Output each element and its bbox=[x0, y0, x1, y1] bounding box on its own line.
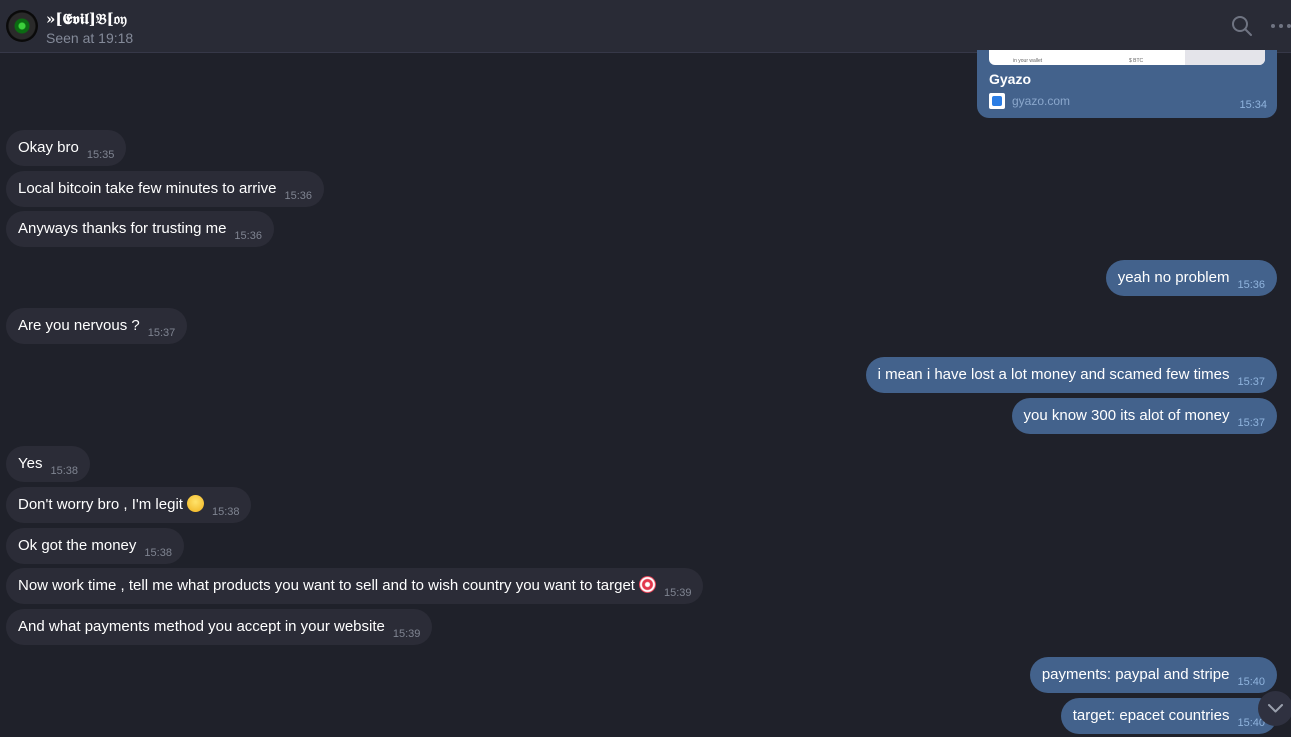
link-preview-image[interactable]: in your wallet $ BTC bbox=[989, 50, 1265, 65]
message-text: Now work time , tell me what products yo… bbox=[18, 577, 635, 594]
message-time: 15:38 bbox=[144, 547, 172, 559]
message-text: And what payments method you accept in y… bbox=[18, 618, 385, 635]
message-bubble-in[interactable]: Local bitcoin take few minutes to arrive… bbox=[6, 171, 324, 207]
message-text: Local bitcoin take few minutes to arrive bbox=[18, 180, 277, 197]
message-time: 15:37 bbox=[1237, 376, 1265, 388]
message-bubble-in[interactable]: Don't worry bro , I'm legit 15:38 bbox=[6, 487, 252, 523]
search-button[interactable] bbox=[1230, 14, 1254, 38]
message-bubble-in[interactable]: Now work time , tell me what products yo… bbox=[6, 568, 704, 604]
target-icon bbox=[638, 576, 656, 593]
message-bubble-out[interactable]: yeah no problem 15:36 bbox=[1105, 260, 1277, 296]
message-text: payments: paypal and stripe bbox=[1041, 666, 1230, 683]
message-time: 15:35 bbox=[86, 149, 115, 161]
message-bubble-out[interactable]: target: epacet countries 15:40 bbox=[1060, 698, 1277, 734]
message-bubble-in[interactable]: Yes 15:38 bbox=[6, 446, 91, 482]
message-text: yeah no problem bbox=[1117, 269, 1230, 286]
gyazo-favicon-icon bbox=[989, 93, 1005, 109]
message-bubble-out[interactable]: i mean i have lost a lot money and scame… bbox=[865, 357, 1277, 393]
smiling-face-icon bbox=[186, 495, 204, 512]
message-time: 15:39 bbox=[392, 628, 421, 640]
message-text: Anyways thanks for trusting me bbox=[18, 220, 227, 237]
message-time: 15:36 bbox=[284, 190, 312, 202]
last-seen-status: Seen at 19:18 bbox=[46, 30, 134, 46]
message-text: Are you nervous ? bbox=[18, 317, 140, 334]
chat-header: »[𝕰𝖛𝖎𝖑]𝔅[𝔬𝔶 Seen at 19:18 bbox=[0, 0, 1291, 53]
message-bubble-in[interactable]: Are you nervous ? 15:37 bbox=[6, 308, 188, 344]
message-text: i mean i have lost a lot money and scame… bbox=[877, 366, 1230, 383]
link-preview-message[interactable]: in your wallet $ BTC Gyazo gyazo.com 15:… bbox=[977, 50, 1277, 118]
message-bubble-in[interactable]: Okay bro 15:35 bbox=[6, 130, 127, 166]
contact-name[interactable]: »[𝕰𝖛𝖎𝖑]𝔅[𝔬𝔶 bbox=[46, 10, 127, 28]
message-time: 15:40 bbox=[1237, 676, 1265, 688]
scroll-to-bottom-button[interactable] bbox=[1258, 691, 1291, 726]
message-text: Yes bbox=[18, 455, 43, 472]
message-bubble-out[interactable]: you know 300 its alot of money 15:37 bbox=[1011, 398, 1277, 434]
message-bubble-out[interactable]: payments: paypal and stripe 15:40 bbox=[1029, 657, 1277, 693]
message-time: 15:37 bbox=[1237, 417, 1265, 429]
preview-bar bbox=[1185, 50, 1265, 65]
message-text: Ok got the money bbox=[18, 537, 137, 554]
message-bubble-in[interactable]: Ok got the money 15:38 bbox=[6, 528, 184, 564]
message-time: 15:37 bbox=[147, 327, 176, 339]
message-text: Don't worry bro , I'm legit bbox=[18, 496, 183, 513]
link-preview-title[interactable]: Gyazo bbox=[989, 71, 1031, 87]
message-time: 15:39 bbox=[663, 587, 692, 599]
search-icon bbox=[1232, 16, 1252, 36]
more-dots-icon bbox=[1271, 24, 1291, 28]
message-time: 15:38 bbox=[211, 506, 240, 518]
message-time: 15:36 bbox=[1237, 279, 1265, 291]
message-time: 15:36 bbox=[234, 230, 262, 242]
chevron-down-icon bbox=[1268, 704, 1283, 713]
message-text: target: epacet countries bbox=[1072, 707, 1230, 724]
message-bubble-in[interactable]: Anyways thanks for trusting me 15:36 bbox=[6, 211, 274, 247]
message-time: 15:34 bbox=[1239, 99, 1267, 111]
link-preview-domain[interactable]: gyazo.com bbox=[1012, 94, 1070, 108]
message-bubble-in[interactable]: And what payments method you accept in y… bbox=[6, 609, 433, 645]
preview-text-left: in your wallet bbox=[1013, 58, 1043, 64]
message-text: Okay bro bbox=[18, 139, 79, 156]
avatar[interactable] bbox=[6, 10, 38, 42]
message-time: 15:38 bbox=[50, 465, 79, 477]
message-text: you know 300 its alot of money bbox=[1023, 407, 1230, 424]
preview-text-right: $ BTC bbox=[1129, 58, 1144, 64]
more-options-button[interactable] bbox=[1269, 14, 1291, 38]
